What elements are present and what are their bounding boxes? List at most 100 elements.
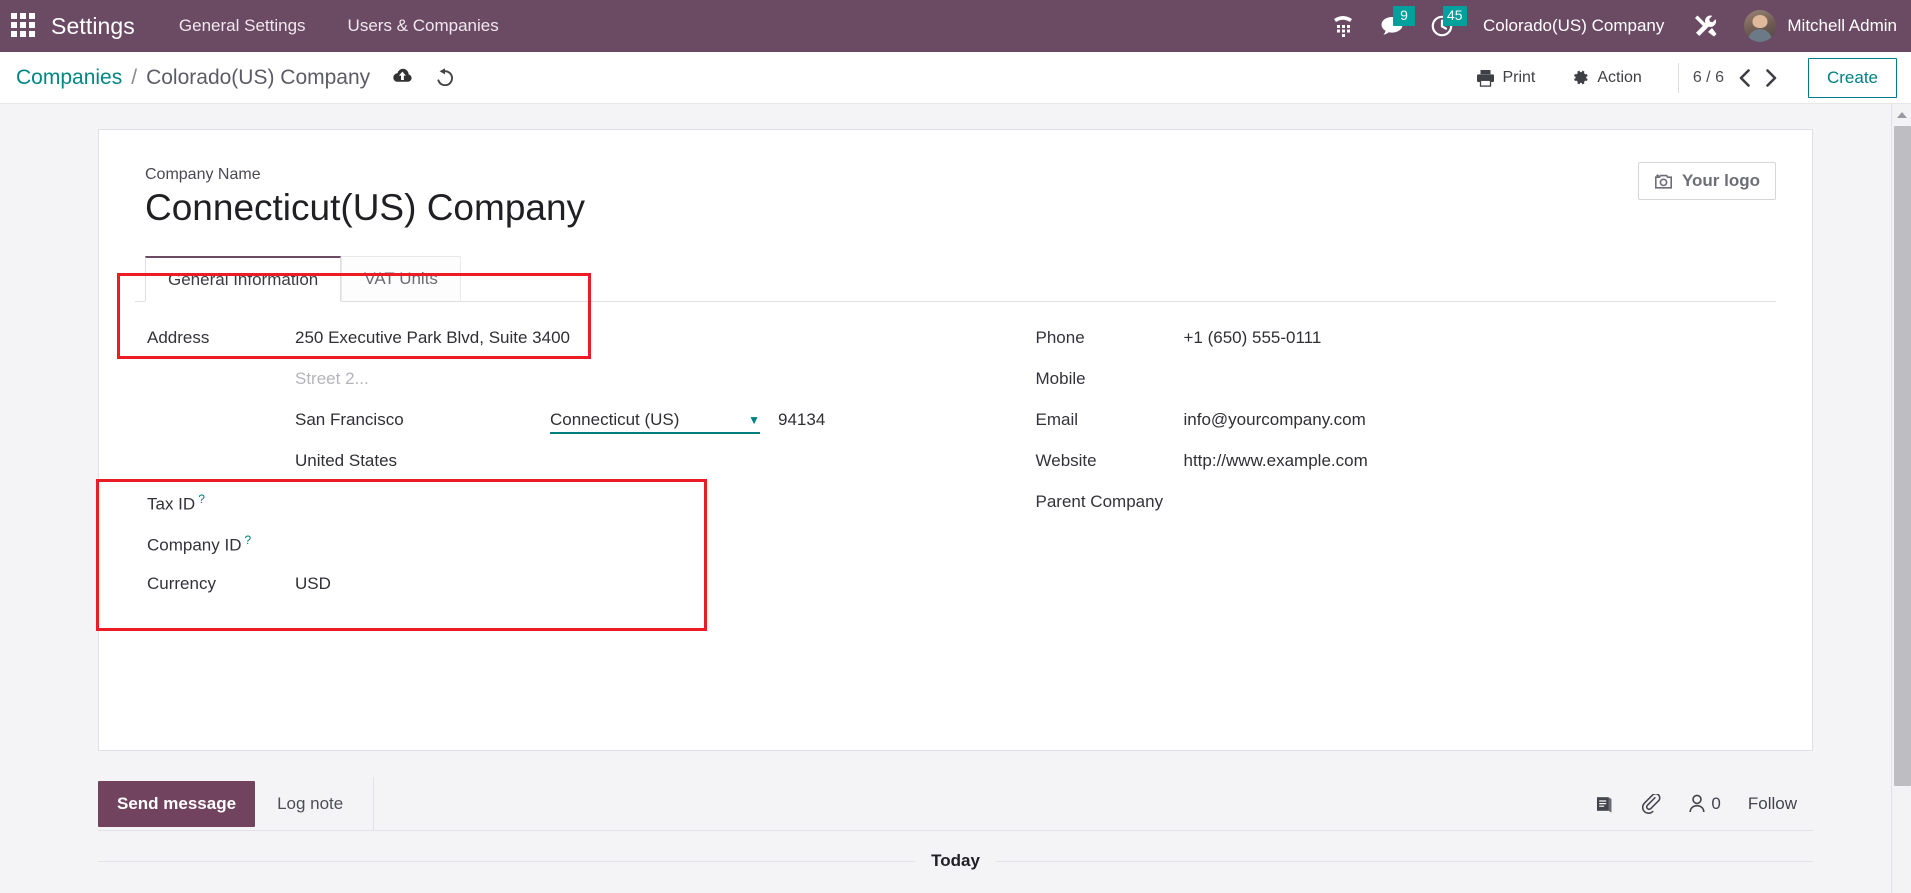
phone-dialpad-icon[interactable] <box>1319 0 1367 52</box>
pager: 6 / 6 <box>1693 69 1786 87</box>
today-label: Today <box>931 851 980 870</box>
control-panel-divider <box>1677 62 1679 93</box>
tab-general-information[interactable]: General Information <box>145 256 342 303</box>
activity-log-icon[interactable] <box>1594 795 1614 813</box>
currency-label: Currency <box>147 574 216 594</box>
pager-value: 6 / 6 <box>1692 68 1724 86</box>
follow-button[interactable]: Follow <box>1748 794 1797 814</box>
app-brand-settings[interactable]: Settings <box>51 13 135 40</box>
company-id-label-text: Company ID <box>147 535 242 555</box>
breadcrumb-companies[interactable]: Companies <box>16 66 122 90</box>
breadcrumb-separator: / <box>131 65 138 89</box>
company-name-label: Company Name <box>145 166 261 183</box>
chatter-divider <box>373 776 375 831</box>
mobile-field-group: Mobile <box>1036 369 1777 410</box>
followers-person-icon <box>1688 794 1706 813</box>
phone-field-group: Phone +1 (650) 555-0111 <box>1036 328 1777 369</box>
form-tabs: General Information VAT Units <box>135 255 1776 303</box>
activities-badge: 45 <box>1442 6 1467 26</box>
your-logo-button[interactable]: Your logo <box>1637 162 1776 200</box>
company-id-help-icon[interactable]: ? <box>244 533 251 547</box>
messages-icon-button[interactable]: 9 <box>1367 0 1417 52</box>
tax-id-help-icon[interactable]: ? <box>198 492 205 506</box>
currency-field-group: Currency USD <box>147 574 956 615</box>
company-form-sheet: Your logo Company Name Connecticut(US) C… <box>98 129 1813 751</box>
tax-id-label-text: Tax ID <box>147 494 196 514</box>
currency-select[interactable]: USD <box>295 574 331 594</box>
phone-input[interactable]: +1 (650) 555-0111 <box>1184 328 1322 348</box>
scroll-up-arrow-icon[interactable] <box>1892 104 1911 126</box>
pager-next-icon[interactable] <box>1765 68 1778 87</box>
camera-plus-icon <box>1654 173 1673 190</box>
create-button[interactable]: Create <box>1807 57 1897 98</box>
breadcrumb: Companies / Colorado(US) Company <box>16 66 370 90</box>
zip-input[interactable]: 94134 <box>778 410 825 430</box>
user-menu[interactable]: Mitchell Admin <box>1732 10 1897 42</box>
followers-count: 0 <box>1711 793 1721 813</box>
address-label: Address <box>147 328 210 348</box>
chatter-today-separator: Today <box>98 851 1813 871</box>
separator-line-left <box>98 860 916 862</box>
chatter: Send message Log note 0 Follow <box>98 776 1813 831</box>
state-value: Connecticut (US) <box>550 410 680 430</box>
scrollbar-thumb[interactable] <box>1894 126 1911 786</box>
navbar-right-group: 9 45 Colorado(US) Company Mitchell Admin <box>1319 0 1911 52</box>
vertical-scrollbar[interactable] <box>1891 104 1911 893</box>
action-label: Action <box>1597 68 1642 86</box>
address-field-group: Address 250 Executive Park Blvd, Suite 3… <box>147 328 956 492</box>
printer-icon <box>1477 69 1495 87</box>
apps-grid-icon[interactable] <box>11 13 37 39</box>
print-label: Print <box>1502 68 1536 86</box>
activities-icon-button[interactable]: 45 <box>1417 0 1467 52</box>
street2-input[interactable]: Street 2... <box>295 369 369 389</box>
print-button[interactable]: Print <box>1458 69 1553 87</box>
chatter-toolbar: Send message Log note 0 Follow <box>98 776 1813 831</box>
form-columns: Address 250 Executive Park Blvd, Suite 3… <box>135 302 1776 615</box>
form-left-column: Address 250 Executive Park Blvd, Suite 3… <box>135 328 956 615</box>
website-field-group: Website http://www.example.com <box>1036 451 1777 492</box>
company-name-input[interactable]: Connecticut(US) Company <box>145 187 585 229</box>
company-id-label: Company ID? <box>147 533 295 556</box>
website-label: Website <box>1035 451 1097 471</box>
email-field-group: Email info@yourcompany.com <box>1036 410 1777 451</box>
tab-vat-units[interactable]: VAT Units <box>341 256 461 303</box>
undo-icon[interactable] <box>435 67 455 86</box>
separator-line-right <box>995 860 1813 862</box>
cloud-upload-icon[interactable] <box>392 68 413 85</box>
company-id-field-group: Company ID? <box>147 533 956 574</box>
chevron-down-icon: ▼ <box>748 413 760 428</box>
company-switcher[interactable]: Colorado(US) Company <box>1467 16 1680 36</box>
state-select[interactable]: Connecticut (US) ▼ <box>550 410 760 435</box>
address-lines: 250 Executive Park Blvd, Suite 3400 Stre… <box>295 328 825 492</box>
website-input[interactable]: http://www.example.com <box>1184 451 1368 471</box>
email-label: Email <box>1035 410 1079 430</box>
top-navbar: Settings General Settings Users & Compan… <box>0 0 1911 52</box>
paperclip-icon[interactable] <box>1641 793 1661 814</box>
messages-badge: 9 <box>1392 6 1415 26</box>
tax-id-field-group: Tax ID? <box>147 492 956 533</box>
company-name-field-group: Company Name Connecticut(US) Company <box>135 158 1776 229</box>
send-message-button[interactable]: Send message <box>98 780 256 827</box>
phone-label: Phone <box>1035 328 1085 348</box>
control-panel: Companies / Colorado(US) Company Print A… <box>0 52 1911 104</box>
pager-previous-icon[interactable] <box>1738 68 1751 87</box>
parent-company-label: Parent Company <box>1035 492 1164 512</box>
log-note-button[interactable]: Log note <box>255 781 365 827</box>
developer-tools-icon[interactable] <box>1680 0 1732 52</box>
street-input[interactable]: 250 Executive Park Blvd, Suite 3400 <box>295 328 570 348</box>
action-button[interactable]: Action <box>1553 68 1659 87</box>
followers-button[interactable]: 0 <box>1688 793 1721 814</box>
gear-icon <box>1574 70 1589 85</box>
menu-general-settings[interactable]: General Settings <box>179 16 306 36</box>
your-logo-label: Your logo <box>1681 171 1760 190</box>
form-right-column: Phone +1 (650) 555-0111 Mobile Email inf… <box>956 328 1777 615</box>
parent-company-field-group: Parent Company <box>1036 492 1777 533</box>
city-input[interactable]: San Francisco <box>295 410 550 430</box>
tax-id-label: Tax ID? <box>147 492 295 515</box>
breadcrumb-current-record: Colorado(US) Company <box>146 65 371 89</box>
email-input[interactable]: info@yourcompany.com <box>1184 410 1366 430</box>
menu-users-companies[interactable]: Users & Companies <box>348 16 499 36</box>
mobile-label: Mobile <box>1035 369 1086 389</box>
country-select[interactable]: United States <box>295 451 397 471</box>
chatter-right-group: 0 Follow <box>1594 793 1813 814</box>
